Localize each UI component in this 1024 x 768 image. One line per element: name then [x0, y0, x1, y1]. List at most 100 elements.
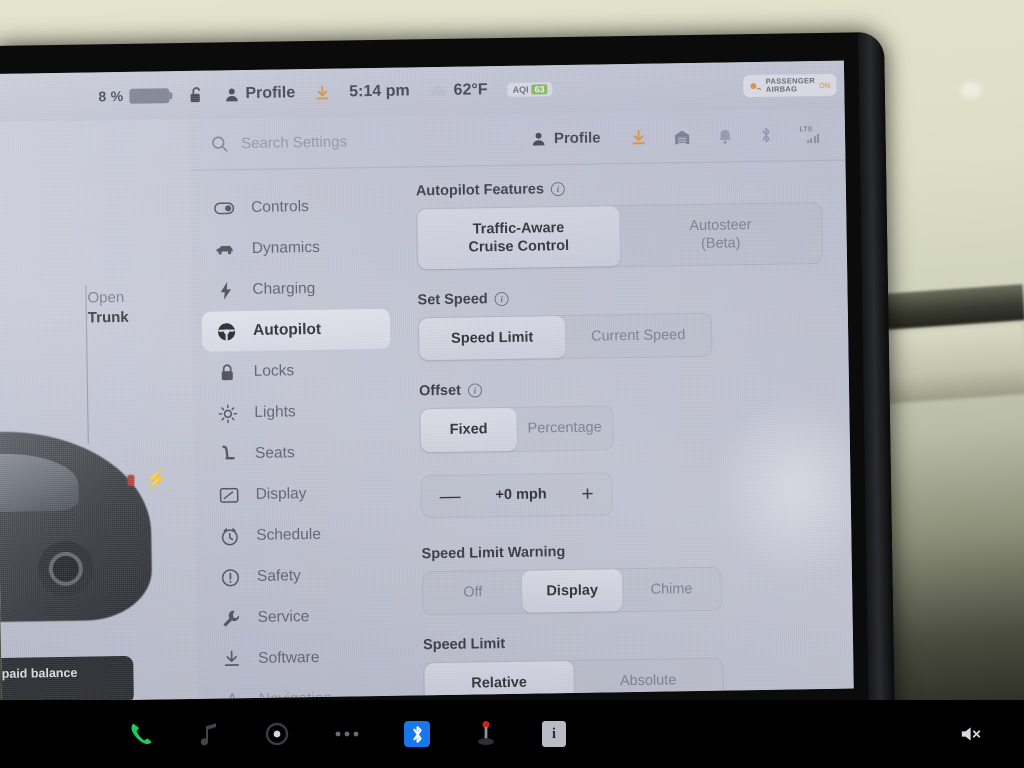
- autopilot-features-heading: Autopilot Features i: [416, 177, 822, 199]
- aqi-badge[interactable]: AQI 63: [507, 82, 553, 97]
- steering-wheel-icon: [216, 322, 236, 341]
- sidebar-item-label: Locks: [253, 362, 295, 380]
- bolt-icon: [215, 281, 235, 300]
- sidebar-item-software[interactable]: Software: [207, 637, 396, 680]
- segment-warning-display[interactable]: Display: [522, 568, 623, 613]
- temperature-label: 62°F: [453, 81, 488, 99]
- speaker-muted-icon[interactable]: [960, 724, 982, 744]
- set-speed-heading: Set Speed i: [417, 286, 823, 309]
- offset-decrement-button[interactable]: —: [440, 484, 461, 507]
- media-dial-icon[interactable]: [264, 721, 290, 747]
- settings-sidebar: Controls Dynamics Charging Autopilot Loc…: [190, 168, 406, 699]
- sidebar-item-label: Autopilot: [252, 320, 322, 339]
- notification-subtitle: ng: [0, 681, 124, 701]
- airbag-state-label: ON: [818, 80, 831, 90]
- download-status[interactable]: [315, 85, 329, 100]
- wrench-icon: [220, 609, 240, 628]
- battery-status: 8 %: [98, 87, 170, 105]
- segment-fixed[interactable]: Fixed: [420, 408, 517, 452]
- sidebar-item-display[interactable]: Display: [204, 473, 393, 516]
- offset-stepper: — +0 mph +: [420, 471, 614, 518]
- offset-increment-button[interactable]: +: [581, 482, 594, 505]
- bluetooth-icon[interactable]: [759, 127, 771, 144]
- segment-percentage[interactable]: Percentage: [516, 407, 613, 451]
- person-icon: [532, 132, 545, 146]
- autopilot-features-segmented-control: Traffic-Aware Cruise Control Autosteer (…: [416, 201, 824, 271]
- download-icon: [221, 650, 241, 668]
- lte-signal-icon[interactable]: LTE: [799, 126, 820, 144]
- music-note-icon[interactable]: [198, 722, 220, 746]
- sidebar-item-autopilot[interactable]: Autopilot: [201, 308, 391, 352]
- more-dots-icon[interactable]: [334, 730, 360, 738]
- sidebar-item-locks[interactable]: Locks: [202, 350, 391, 393]
- search-icon: [212, 136, 228, 152]
- section-title-text: Speed Limit Warning: [421, 543, 566, 562]
- garage-icon[interactable]: [673, 129, 689, 145]
- segment-traffic-aware-cruise-control[interactable]: Traffic-Aware Cruise Control: [417, 206, 621, 270]
- weather-display[interactable]: 62°F: [429, 81, 488, 100]
- lte-label: LTE: [799, 126, 814, 134]
- bluetooth-icon[interactable]: [404, 721, 430, 747]
- unlocked-padlock-icon: [190, 86, 201, 102]
- notification-card[interactable]: Check unpaid balance ng: [0, 655, 134, 702]
- sidebar-item-label: Safety: [256, 567, 302, 585]
- bell-icon[interactable]: [717, 128, 731, 144]
- navigation-arrow-icon: [222, 692, 242, 699]
- section-title-text: Set Speed: [417, 291, 488, 309]
- phone-icon[interactable]: [128, 721, 154, 747]
- battery-percent-label: 8 %: [98, 87, 124, 105]
- sidebar-item-lights[interactable]: Lights: [203, 391, 392, 434]
- sidebar-item-label: Schedule: [256, 525, 322, 544]
- clock-icon: [219, 527, 239, 546]
- sidebar-item-seats[interactable]: Seats: [204, 432, 393, 475]
- lock-status-button[interactable]: [189, 86, 204, 103]
- sidebar-item-label: Dynamics: [251, 238, 320, 257]
- alert-circle-icon: [220, 568, 240, 587]
- charge-port-bolt-icon[interactable]: ⚡: [144, 467, 168, 491]
- segment-speed-limit[interactable]: Speed Limit: [418, 316, 566, 361]
- sidebar-item-safety[interactable]: Safety: [206, 555, 395, 598]
- sidebar-item-label: Display: [255, 485, 307, 503]
- segment-warning-chime[interactable]: Chime: [622, 567, 722, 611]
- sidebar-item-navigation[interactable]: Navigation: [208, 678, 397, 699]
- info-icon[interactable]: i: [550, 182, 566, 197]
- sidebar-item-label: Controls: [250, 198, 309, 216]
- search-placeholder: Search Settings: [240, 133, 348, 153]
- sidebar-item-label: Software: [258, 648, 320, 667]
- info-icon[interactable]: i: [467, 383, 483, 398]
- airbag-icon: [749, 82, 762, 90]
- car-icon: [215, 243, 235, 255]
- sidebar-item-service[interactable]: Service: [206, 596, 395, 639]
- passenger-airbag-indicator: PASSENGER AIRBAG ON: [742, 73, 837, 98]
- joystick-icon[interactable]: [474, 720, 498, 748]
- segment-warning-off[interactable]: Off: [423, 570, 523, 614]
- info-icon[interactable]: i: [542, 721, 566, 747]
- sidebar-item-schedule[interactable]: Schedule: [205, 514, 394, 557]
- info-letter: i: [542, 721, 566, 747]
- open-trunk-button[interactable]: Open Trunk: [87, 288, 128, 329]
- segment-autosteer-beta[interactable]: Autosteer (Beta): [619, 203, 822, 266]
- aqi-label: AQI: [512, 84, 529, 95]
- sidebar-item-dynamics[interactable]: Dynamics: [200, 227, 389, 270]
- display-icon: [219, 487, 239, 503]
- segment-current-speed[interactable]: Current Speed: [565, 314, 712, 358]
- header-profile-button[interactable]: Profile: [531, 129, 601, 147]
- sidebar-item-label: Lights: [254, 403, 296, 421]
- trunk-action-verb: Open: [87, 288, 125, 307]
- airbag-line2: AIRBAG: [765, 84, 798, 94]
- sidebar-item-controls[interactable]: Controls: [200, 186, 389, 229]
- section-title-text: Offset: [418, 383, 462, 400]
- car-taillight-render: [127, 474, 135, 486]
- segment-relative[interactable]: Relative: [424, 660, 574, 699]
- screen-reflection-glow: [709, 390, 854, 583]
- ceiling-light-glare: [960, 82, 982, 98]
- info-icon[interactable]: i: [494, 292, 509, 307]
- section-title-text: Speed Limit: [422, 635, 506, 653]
- sidebar-item-charging[interactable]: Charging: [201, 268, 390, 311]
- search-settings-field[interactable]: Search Settings: [211, 131, 531, 153]
- bottom-dock: i: [0, 700, 1024, 768]
- battery-icon: [129, 87, 170, 104]
- download-icon[interactable]: [630, 129, 645, 145]
- toggle-icon: [214, 202, 235, 215]
- profile-status-button[interactable]: Profile: [224, 84, 295, 103]
